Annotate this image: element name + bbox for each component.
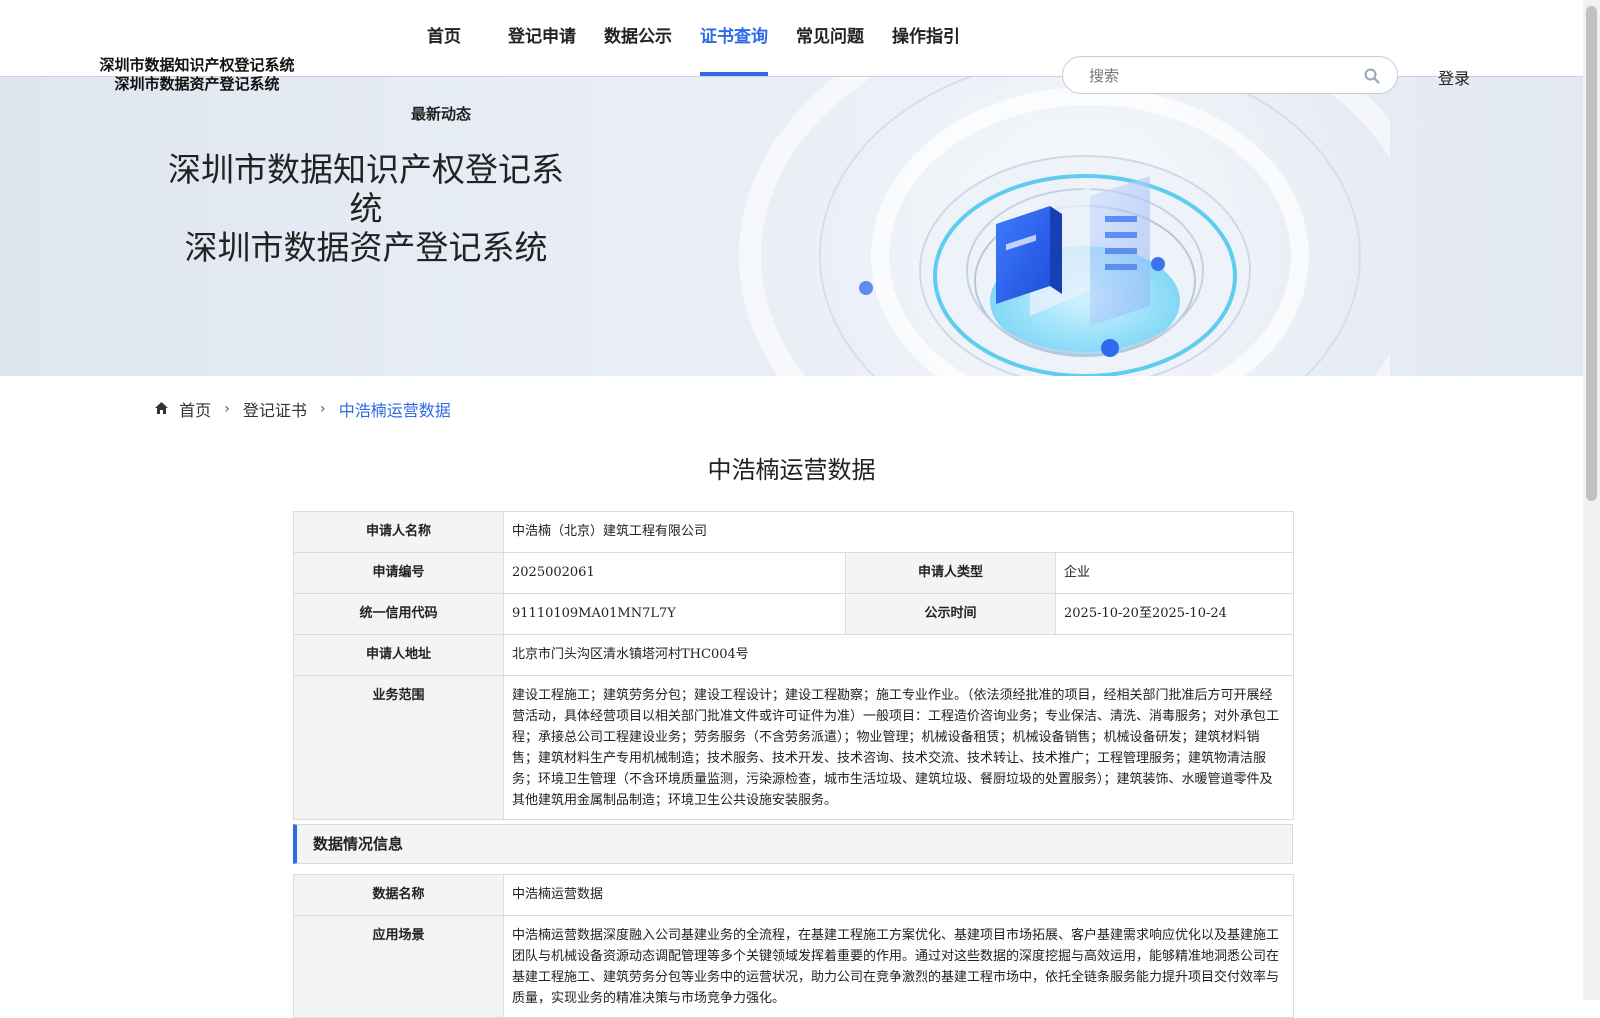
credit-code-label: 统一信用代码 <box>293 593 504 635</box>
breadcrumb-home[interactable]: 首页 <box>179 397 211 421</box>
data-info-section-header: 数据情况信息 <box>293 824 1293 864</box>
table-row: 数据名称 中浩楠运营数据 <box>293 874 1294 916</box>
applicant-address-label: 申请人地址 <box>293 634 504 676</box>
applicant-name-value: 中浩楠（北京）建筑工程有限公司 <box>503 511 1294 553</box>
home-icon <box>155 401 168 414</box>
search-box <box>1062 56 1398 94</box>
business-scope-value: 建设工程施工；建筑劳务分包；建设工程设计；建设工程勘察；施工专业作业。（依法须经… <box>503 675 1294 820</box>
search-input[interactable] <box>1087 65 1351 87</box>
logo-line-1: 深圳市数据知识产权登记系统 <box>99 56 295 74</box>
applicant-info-table: 申请人名称 中浩楠（北京）建筑工程有限公司 申请编号 2025002061 申请… <box>293 511 1294 820</box>
business-scope-label: 业务范围 <box>293 675 504 820</box>
banner-title: 深圳市数据知识产权登记系统 深圳市数据资产登记系统 <box>156 150 576 267</box>
breadcrumb: 首页 › 登记证书 › 中浩楠运营数据 <box>154 397 451 421</box>
breadcrumb-certificates[interactable]: 登记证书 <box>243 397 307 421</box>
search-icon[interactable] <box>1363 67 1381 85</box>
application-scenario-label: 应用场景 <box>293 915 504 1018</box>
data-name-value: 中浩楠运营数据 <box>503 874 1294 916</box>
publicity-time-label: 公示时间 <box>845 593 1056 635</box>
applicant-type-value: 企业 <box>1055 552 1294 594</box>
hero-banner: 深圳市数据知识产权登记系统 深圳市数据资产登记系统 <box>0 76 1583 376</box>
application-number-label: 申请编号 <box>293 552 504 594</box>
nav-operation-guide[interactable]: 操作指引 <box>892 22 960 76</box>
data-name-label: 数据名称 <box>293 874 504 916</box>
table-row: 统一信用代码 91110109MA01MN7L7Y 公示时间 2025-10-2… <box>293 593 1294 635</box>
nav-faq[interactable]: 常见问题 <box>796 22 864 76</box>
login-link[interactable]: 登录 <box>1438 65 1470 89</box>
table-row: 申请编号 2025002061 申请人类型 企业 <box>293 552 1294 594</box>
logo-line-2: 深圳市数据资产登记系统 <box>114 75 280 93</box>
banner-title-line-2: 深圳市数据资产登记系统 <box>184 228 548 267</box>
banner-title-line-1: 深圳市数据知识产权登记系统 <box>168 150 564 228</box>
nav-data-publicity[interactable]: 数据公示 <box>604 22 672 76</box>
table-row: 申请人名称 中浩楠（北京）建筑工程有限公司 <box>293 511 1294 553</box>
applicant-name-label: 申请人名称 <box>293 511 504 553</box>
applicant-address-value: 北京市门头沟区清水镇塔河村THC004号 <box>503 634 1294 676</box>
credit-code-value: 91110109MA01MN7L7Y <box>503 593 846 635</box>
chevron-right-icon: › <box>320 401 326 417</box>
data-info-table: 数据名称 中浩楠运营数据 应用场景 中浩楠运营数据深度融入公司基建业务的全流程，… <box>293 874 1294 1018</box>
scrollbar-thumb[interactable] <box>1586 6 1597 501</box>
table-row: 应用场景 中浩楠运营数据深度融入公司基建业务的全流程，在基建工程施工方案优化、基… <box>293 915 1294 1018</box>
nav-latest-news[interactable]: 最新动态 <box>411 103 471 124</box>
application-scenario-value: 中浩楠运营数据深度融入公司基建业务的全流程，在基建工程施工方案优化、基建项目市场… <box>503 915 1294 1018</box>
chevron-right-icon: › <box>224 401 230 417</box>
publicity-time-value: 2025-10-20至2025-10-24 <box>1055 593 1294 635</box>
page-scrollbar[interactable] <box>1583 0 1600 1000</box>
nav-certificate-query[interactable]: 证书查询 <box>700 22 768 76</box>
breadcrumb-current: 中浩楠运营数据 <box>338 401 451 420</box>
table-row: 申请人地址 北京市门头沟区清水镇塔河村THC004号 <box>293 634 1294 676</box>
site-logo[interactable]: 深圳市数据知识产权登记系统 深圳市数据资产登记系统 <box>86 56 308 94</box>
banner-illustration <box>670 76 1390 376</box>
page-title: 中浩楠运营数据 <box>707 456 876 484</box>
nav-register-apply[interactable]: 登记申请 <box>508 22 576 76</box>
nav-home[interactable]: 首页 <box>427 22 461 76</box>
application-number-value: 2025002061 <box>503 552 846 594</box>
table-row: 业务范围 建设工程施工；建筑劳务分包；建设工程设计；建设工程勘察；施工专业作业。… <box>293 675 1294 820</box>
applicant-type-label: 申请人类型 <box>845 552 1056 594</box>
